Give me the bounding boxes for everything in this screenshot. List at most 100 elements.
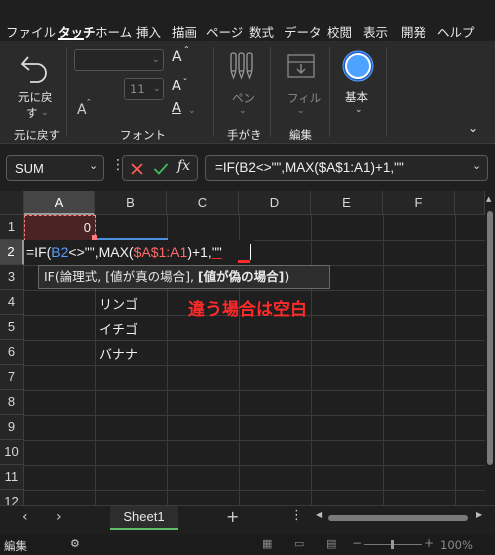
cancel-icon[interactable] (130, 162, 144, 176)
grid-line (24, 465, 485, 466)
row-header-5[interactable]: 5 (0, 315, 24, 340)
confirm-icon[interactable] (153, 162, 169, 176)
tab-insert[interactable]: 挿入 (136, 22, 161, 41)
row-header-9[interactable]: 9 (0, 415, 24, 440)
accessibility-icon[interactable]: ⚙ (70, 537, 80, 550)
row-header-6[interactable]: 6 (0, 340, 24, 365)
ribbon-tab-bar: ファイル タッチ ホーム 挿入 描画 ページ 数式 データ 校閲 表示 開発 ヘ… (0, 0, 495, 40)
row-header-11[interactable]: 11 (0, 465, 24, 490)
cell-a1[interactable]: 0 (24, 215, 96, 241)
zoom-slider-thumb[interactable] (391, 540, 394, 549)
column-header-e[interactable]: E (311, 191, 383, 215)
grid-line (311, 215, 312, 505)
style-label: 基本 (345, 90, 368, 104)
row-header-7[interactable]: 7 (0, 365, 24, 390)
cell-a2-formula: =IF(B2<>"",MAX($A$1:A1)+1,"" (26, 244, 222, 260)
formula-text: =IF(B2<>"",MAX($A$1:A1)+1,"" (215, 160, 404, 175)
font-color-button[interactable]: A (172, 101, 181, 116)
next-sheet-icon[interactable]: › (56, 509, 62, 525)
tab-file[interactable]: ファイル (6, 22, 56, 41)
zoom-in-icon[interactable]: + (424, 536, 434, 550)
row-header-8[interactable]: 8 (0, 390, 24, 415)
tooltip-signature: IF(論理式, [値が真の場合], (44, 269, 198, 284)
handwriting-group-label: 手がき (227, 128, 262, 142)
undo-label-2: す (26, 106, 38, 120)
fill-icon (287, 54, 315, 78)
chevron-down-icon: ⌄ (297, 106, 305, 116)
prev-sheet-icon[interactable]: ‹ (22, 509, 28, 525)
group-divider (329, 47, 330, 137)
column-header-d[interactable]: D (239, 191, 311, 215)
ribbon-collapse-icon[interactable]: ⌄ (468, 121, 478, 135)
normal-view-icon[interactable]: ▦ (262, 537, 272, 550)
column-header-b[interactable]: B (95, 191, 167, 215)
add-sheet-icon[interactable]: + (226, 507, 239, 526)
scroll-up-icon[interactable]: ▲ (486, 195, 491, 203)
page-layout-icon[interactable]: ▭ (294, 537, 304, 550)
cell-a2-editor[interactable]: =IF(B2<>"",MAX($A$1:A1)+1,"" (24, 240, 254, 265)
insert-function-icon[interactable]: fx (177, 158, 190, 174)
font-name-dropdown[interactable]: ⌄ (74, 49, 164, 71)
font-size-dropdown[interactable]: 11 ⌄ (124, 78, 164, 100)
horizontal-scrollbar[interactable]: ◀ ▶ (316, 510, 486, 522)
tab-home[interactable]: ホーム (95, 22, 132, 41)
tab-data[interactable]: データ (284, 22, 322, 41)
tab-review[interactable]: 校閲 (327, 22, 352, 41)
grid-line (24, 415, 485, 416)
column-header-f[interactable]: F (383, 191, 455, 215)
vertical-scrollbar[interactable]: ▲ (485, 191, 495, 505)
annotation-text: 違う場合は空白 (188, 300, 307, 320)
chevron-down-icon: ⌄ (239, 106, 247, 116)
column-header-c[interactable]: C (167, 191, 239, 215)
vertical-scroll-thumb[interactable] (487, 211, 493, 465)
text-cursor (250, 244, 251, 260)
formula-input[interactable]: =IF(B2<>"",MAX($A$1:A1)+1,"" ⌄ (205, 155, 488, 181)
row-header-1[interactable]: 1 (0, 215, 24, 240)
shrink-font-button[interactable]: A (172, 79, 181, 94)
shrink-font-arrow-icon: ⌄ (182, 74, 188, 82)
column-header-a[interactable]: A (24, 191, 95, 215)
column-header-g[interactable] (455, 191, 485, 215)
cell-b5[interactable]: イチゴ (99, 319, 138, 338)
grid-line (24, 490, 485, 491)
status-mode: 編集 (4, 539, 27, 553)
status-bar: 編集 ⚙ ▦ ▭ ▤ − + 100% (0, 535, 495, 555)
tab-developer[interactable]: 開発 (401, 22, 426, 41)
tab-formulas[interactable]: 数式 (249, 22, 274, 41)
undo-icon (20, 56, 47, 83)
style-button[interactable]: 基本 ⌄ (338, 47, 380, 119)
horizontal-scroll-thumb[interactable] (328, 515, 468, 521)
zoom-out-icon[interactable]: − (352, 536, 362, 550)
fill-button[interactable]: フィル ⌄ (281, 49, 321, 119)
row-header-10[interactable]: 10 (0, 440, 24, 465)
zoom-level[interactable]: 100% (440, 538, 473, 552)
expand-formula-icon[interactable]: ⌄ (472, 159, 481, 172)
tab-help[interactable]: ヘルプ (437, 22, 475, 41)
more-sheets-icon[interactable]: ⋮ (290, 508, 303, 523)
row-header-3[interactable]: 3 (0, 265, 24, 290)
sheet-tab-sheet1[interactable]: Sheet1 (110, 506, 178, 530)
tab-page[interactable]: ページ (206, 22, 243, 41)
undo-label: 元に戻 (18, 90, 53, 104)
undo-button[interactable]: 元に戻 す ⌄ (8, 47, 58, 120)
tab-draw[interactable]: 描画 (172, 22, 197, 41)
pen-button[interactable]: ペン ⌄ (224, 49, 260, 119)
tooltip-current-arg: [値が偽の場合] (197, 269, 285, 284)
scroll-left-icon[interactable]: ◀ (316, 510, 322, 519)
formula-bar: SUM ⌄ ⋮ fx =IF(B2<>"",MAX($A$1:A1)+1,"" … (0, 145, 495, 191)
fill-label: フィル (287, 91, 322, 105)
scroll-right-icon[interactable]: ▶ (476, 510, 482, 519)
page-break-icon[interactable]: ▤ (326, 537, 336, 550)
function-tooltip: IF(論理式, [値が真の場合], [値が偽の場合]) (38, 265, 330, 289)
tab-view[interactable]: 表示 (363, 22, 388, 41)
row-header-12[interactable]: 12 (0, 490, 24, 505)
row-header-2[interactable]: 2 (0, 240, 24, 265)
row-header-4[interactable]: 4 (0, 290, 24, 315)
ribbon: 元に戻 す ⌄ 元に戻す ⌄ A ⌃ 11 ⌄ A ⌄ A ⌄ A ⌃ フォント… (0, 41, 495, 144)
name-box[interactable]: SUM ⌄ (6, 155, 104, 181)
cell-a1-value: 0 (83, 220, 91, 235)
cell-b4[interactable]: リンゴ (99, 294, 138, 313)
select-all-corner[interactable] (0, 191, 24, 215)
grow-font-button[interactable]: A (172, 49, 182, 65)
cell-b6[interactable]: バナナ (99, 344, 138, 363)
